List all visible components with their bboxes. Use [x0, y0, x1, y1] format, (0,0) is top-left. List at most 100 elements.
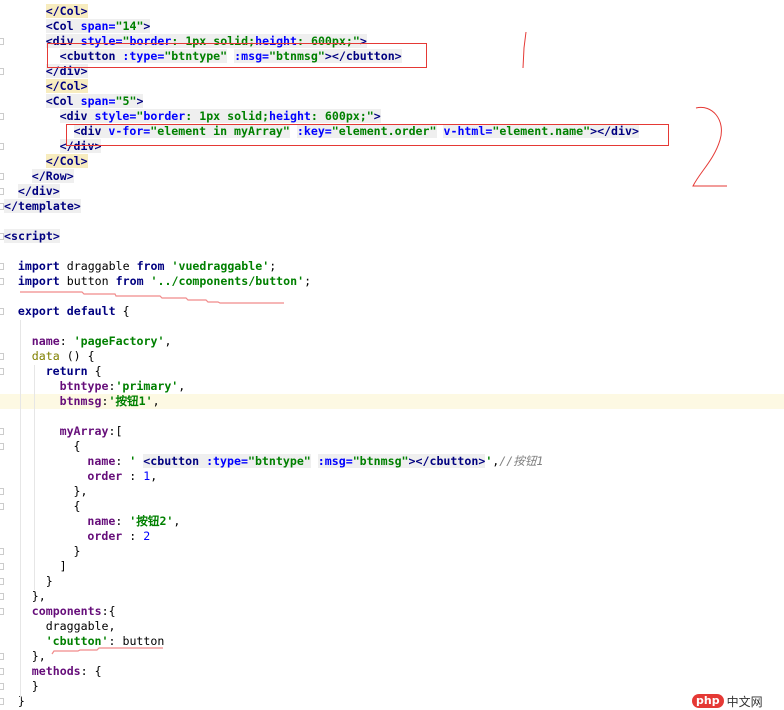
code-token: methods [31, 664, 81, 678]
code-line[interactable] [0, 409, 784, 424]
fold-marker-icon[interactable] [0, 113, 4, 120]
code-line[interactable]: }, [0, 649, 784, 664]
code-token: : [129, 529, 144, 543]
code-line[interactable]: import draggable from 'vuedraggable'; [0, 259, 784, 274]
code-token: " [366, 109, 374, 123]
fold-marker-icon[interactable] [0, 653, 4, 660]
code-line[interactable]: </Col> [0, 79, 784, 94]
code-token: > [373, 109, 381, 123]
fold-marker-icon[interactable] [0, 548, 4, 555]
code-token: }, [31, 649, 46, 663]
fold-marker-icon[interactable] [0, 428, 4, 435]
fold-marker-icon[interactable] [0, 143, 4, 150]
code-line[interactable]: methods: { [0, 664, 784, 679]
code-line[interactable]: </Col> [0, 4, 784, 19]
fold-marker-icon[interactable] [0, 308, 4, 315]
code-line[interactable]: order : 2 [0, 529, 784, 544]
code-text: <script> [4, 229, 60, 244]
code-line[interactable]: import button from '../components/button… [0, 274, 784, 289]
code-token: order [87, 529, 130, 543]
indent-guide [20, 320, 21, 700]
code-token: } [31, 679, 39, 693]
fold-marker-icon[interactable] [0, 353, 4, 360]
code-text: } [46, 574, 53, 589]
code-token: :{ [101, 604, 116, 618]
code-line[interactable]: export default { [0, 304, 784, 319]
code-line[interactable]: }, [0, 484, 784, 499]
code-line[interactable]: }, [0, 589, 784, 604]
code-line[interactable] [0, 289, 784, 304]
code-line[interactable]: myArray:[ [0, 424, 784, 439]
fold-marker-icon[interactable] [0, 503, 4, 510]
fold-marker-icon[interactable] [0, 578, 4, 585]
code-line[interactable] [0, 319, 784, 334]
code-token: </Col> [45, 4, 88, 18]
code-line[interactable] [0, 214, 784, 229]
code-text: components:{ [32, 604, 116, 619]
code-line[interactable]: name: '按钮2', [0, 514, 784, 529]
code-line[interactable]: ] [0, 559, 784, 574]
code-token: ] [59, 559, 67, 573]
fold-marker-icon[interactable] [0, 443, 4, 450]
code-line[interactable]: order : 1, [0, 469, 784, 484]
code-token: : 600px; [310, 109, 367, 123]
fold-marker-icon[interactable] [0, 278, 4, 285]
fold-marker-icon[interactable] [0, 68, 4, 75]
code-text: } [74, 544, 81, 559]
code-line[interactable]: { [0, 499, 784, 514]
code-line[interactable]: <Col span="5"> [0, 94, 784, 109]
code-line[interactable]: <script> [0, 229, 784, 244]
code-line[interactable]: } [0, 544, 784, 559]
fold-marker-icon[interactable] [0, 188, 4, 195]
code-line[interactable]: <Col span="14"> [0, 19, 784, 34]
code-line[interactable]: name: ' <cbutton :type="btntype" :msg="b… [0, 454, 784, 469]
code-line[interactable]: draggable, [0, 619, 784, 634]
code-token: order [87, 469, 130, 483]
fold-marker-icon[interactable] [0, 38, 4, 45]
code-line[interactable]: 'cbutton': button [0, 634, 784, 649]
fold-marker-icon[interactable] [0, 593, 4, 600]
code-token: , [173, 514, 181, 528]
fold-marker-icon[interactable] [0, 668, 4, 675]
code-text: order : 1, [87, 469, 157, 484]
code-token: <div [59, 109, 95, 123]
code-token: import [17, 259, 67, 273]
code-line[interactable]: </div> [0, 184, 784, 199]
fold-marker-icon[interactable] [0, 263, 4, 270]
code-line[interactable]: btnmsg:'按钮1', [0, 394, 784, 409]
code-token: "btntype" [247, 454, 311, 468]
fold-marker-icon[interactable] [0, 173, 4, 180]
code-text: }, [74, 484, 88, 499]
code-line[interactable]: components:{ [0, 604, 784, 619]
code-line[interactable]: name: 'pageFactory', [0, 334, 784, 349]
code-token: { [73, 499, 81, 513]
code-line[interactable]: data () { [0, 349, 784, 364]
code-line[interactable]: { [0, 439, 784, 454]
fold-marker-icon[interactable] [0, 608, 4, 615]
fold-marker-icon[interactable] [0, 368, 4, 375]
code-token: 'cbutton' [45, 634, 109, 648]
code-line[interactable]: } [0, 574, 784, 589]
code-editor[interactable]: </Col> <Col span="14"> <div style="border:… [0, 4, 784, 709]
code-token: 'pageFactory' [73, 334, 165, 348]
code-line[interactable]: <div style= " border: 1px solid;height: 60… [0, 109, 784, 124]
code-line[interactable]: </Col> [0, 154, 784, 169]
fold-marker-icon[interactable] [0, 683, 4, 690]
code-token: "btnmsg" [352, 454, 409, 468]
code-line[interactable]: </Row> [0, 169, 784, 184]
code-line[interactable]: btntype:'primary', [0, 379, 784, 394]
code-line[interactable]: } [0, 679, 784, 694]
code-token: export default [17, 304, 123, 318]
code-token: { [94, 364, 102, 378]
code-token: : [59, 334, 74, 348]
code-line[interactable] [0, 244, 784, 259]
code-line[interactable]: </template> [0, 199, 784, 214]
code-line[interactable]: return { [0, 364, 784, 379]
code-token: </template> [4, 199, 81, 213]
fold-marker-icon[interactable] [0, 488, 4, 495]
code-text: </Row> [31, 169, 74, 184]
fold-marker-icon[interactable] [0, 563, 4, 570]
fold-marker-icon[interactable] [0, 698, 4, 705]
code-line[interactable]: } [0, 694, 784, 709]
code-text: draggable, [46, 619, 116, 634]
